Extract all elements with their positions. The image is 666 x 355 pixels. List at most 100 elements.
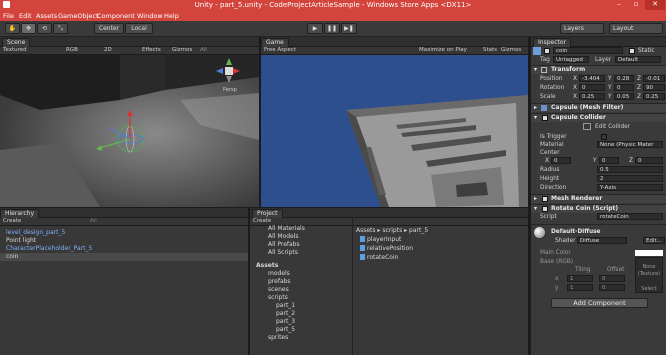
tree-folder[interactable]: scripts — [268, 294, 288, 302]
offset-x-field[interactable]: 0 — [599, 275, 625, 282]
scale-z-field[interactable]: 0.25 — [643, 93, 665, 100]
position-x-field[interactable]: -3.404 — [579, 75, 605, 82]
hierarchy-search[interactable]: All — [90, 218, 97, 225]
pause-button[interactable]: ❚❚ — [324, 23, 340, 34]
main-color-swatch[interactable] — [635, 250, 663, 256]
tab-inspector[interactable]: Inspector — [533, 38, 571, 47]
tree-folder[interactable]: part_2 — [276, 310, 295, 318]
pivot-center-button[interactable]: Center — [94, 23, 124, 34]
tree-folder-selected[interactable]: part_5 — [276, 326, 295, 334]
mesh-filter-header[interactable]: ▸ Capsule (Mesh Filter) — [531, 103, 666, 112]
physic-material-field[interactable]: None (Physic Mater — [597, 141, 663, 148]
project-create-dropdown[interactable]: Create — [253, 218, 271, 225]
favorite-item[interactable]: All Prefabs — [268, 241, 300, 249]
object-name-field[interactable]: coin — [553, 47, 623, 54]
position-y-field[interactable]: 0.28 — [614, 75, 634, 82]
tab-hierarchy[interactable]: Hierarchy — [0, 209, 40, 218]
center-y-field[interactable]: 0 — [599, 157, 619, 164]
close-button[interactable]: ✕ — [645, 0, 665, 10]
tab-scene[interactable]: Scene — [2, 38, 31, 47]
layers-dropdown[interactable]: Layers — [560, 23, 604, 34]
shader-edit-button[interactable]: Edit... — [643, 237, 665, 244]
rotate-coin-header[interactable]: ▾ Rotate Coin (Script) — [531, 204, 666, 213]
renderer-enabled-checkbox[interactable] — [542, 196, 548, 202]
tree-folder[interactable]: part_3 — [276, 318, 295, 326]
tab-project[interactable]: Project — [252, 209, 283, 218]
scene-search[interactable]: All — [200, 47, 207, 54]
scale-x-field[interactable]: 0.25 — [579, 93, 605, 100]
maximize-on-play-toggle[interactable]: Maximize on Play — [419, 47, 467, 54]
hierarchy-item[interactable]: Point light — [6, 237, 36, 245]
tree-folder[interactable]: models — [268, 270, 290, 278]
height-field[interactable]: 2 — [597, 175, 663, 182]
rotation-z-field[interactable]: 90 — [643, 84, 665, 91]
tree-folder[interactable]: prefabs — [268, 278, 291, 286]
color-mode-dropdown[interactable]: RGB — [66, 47, 78, 54]
tree-root-assets[interactable]: Assets — [256, 262, 278, 270]
transform-header[interactable]: ▾ Transform — [531, 65, 666, 74]
game-viewport[interactable] — [261, 55, 528, 207]
2d-toggle[interactable]: 2D — [104, 47, 112, 54]
scale-tool-icon[interactable]: ⤡ — [53, 23, 68, 34]
layer-dropdown[interactable]: Default — [615, 56, 661, 63]
offset-y-field[interactable]: 0 — [599, 284, 625, 291]
menu-gameobject[interactable]: GameObject — [58, 12, 99, 20]
capsule-collider-header[interactable]: ▾ Capsule Collider — [531, 113, 666, 122]
tab-game[interactable]: Game — [261, 38, 289, 47]
static-checkbox[interactable] — [629, 48, 635, 54]
script-enabled-checkbox[interactable] — [542, 206, 548, 212]
hand-tool-icon[interactable]: ✋ — [5, 23, 20, 34]
render-mode-dropdown[interactable]: Textured — [3, 47, 27, 54]
tree-folder[interactable]: sprites — [268, 334, 288, 342]
menu-edit[interactable]: Edit — [19, 12, 32, 20]
direction-dropdown[interactable]: Y-Axis — [597, 184, 663, 191]
texture-select-button[interactable]: Select — [636, 286, 662, 292]
menu-component[interactable]: Component — [97, 12, 135, 20]
position-z-field[interactable]: -0.01 — [643, 75, 665, 82]
rotation-x-field[interactable]: 0 — [579, 84, 605, 91]
edit-collider-button[interactable]: Edit Collider — [595, 123, 630, 131]
rotation-y-field[interactable]: 0 — [614, 84, 634, 91]
radius-field[interactable]: 0.5 — [597, 166, 663, 173]
tag-dropdown[interactable]: Untagged — [553, 56, 589, 63]
center-z-field[interactable]: 0 — [635, 157, 663, 164]
stats-toggle[interactable]: Stats — [483, 47, 497, 54]
collider-enabled-checkbox[interactable] — [542, 115, 548, 121]
tree-folder[interactable]: scenes — [268, 286, 289, 294]
hierarchy-create-dropdown[interactable]: Create — [3, 218, 21, 225]
is-trigger-checkbox[interactable] — [601, 134, 607, 140]
tiling-x-field[interactable]: 1 — [567, 275, 593, 282]
mesh-renderer-header[interactable]: ▸ Mesh Renderer — [531, 194, 666, 203]
texture-slot[interactable]: None (Texture) Select — [635, 257, 663, 293]
add-component-button[interactable]: Add Component — [551, 298, 648, 308]
script-file[interactable]: rotateCoin — [360, 254, 398, 262]
layout-dropdown[interactable]: Layout — [609, 23, 663, 34]
minimize-button[interactable]: – — [611, 0, 627, 10]
shader-dropdown[interactable]: Diffuse — [577, 237, 627, 244]
local-space-button[interactable]: Local — [125, 23, 153, 34]
rotate-tool-icon[interactable]: ⟲ — [37, 23, 52, 34]
scale-y-field[interactable]: 0.05 — [614, 93, 634, 100]
play-button[interactable]: ▶ — [307, 23, 323, 34]
menu-assets[interactable]: Assets — [36, 12, 57, 20]
favorite-item[interactable]: All Models — [268, 233, 299, 241]
center-x-field[interactable]: 0 — [551, 157, 571, 164]
maximize-button[interactable]: ▫ — [628, 0, 644, 10]
game-gizmos-dropdown[interactable]: Gizmos — [501, 47, 521, 54]
persp-label[interactable]: Persp — [223, 87, 237, 93]
scene-viewport[interactable]: Persp — [0, 55, 259, 207]
tiling-y-field[interactable]: 1 — [567, 284, 593, 291]
script-field[interactable]: rotateCoin — [597, 213, 663, 220]
step-button[interactable]: ▶❚ — [341, 23, 357, 34]
favorite-item[interactable]: All Materials — [268, 225, 305, 233]
effects-dropdown[interactable]: Effects — [142, 47, 161, 54]
hierarchy-item-selected[interactable]: coin — [0, 253, 248, 261]
menu-help[interactable]: Help — [164, 12, 179, 20]
menu-file[interactable]: File — [3, 12, 14, 20]
material-header[interactable]: Default-Diffuse — [531, 227, 666, 238]
hierarchy-item[interactable]: CharacterPlaceholder_Part_5 — [6, 245, 92, 253]
hierarchy-item[interactable]: level_design_part_5 — [6, 229, 65, 237]
tree-folder[interactable]: part_1 — [276, 302, 295, 310]
favorite-item[interactable]: All Scripts — [268, 249, 298, 257]
project-breadcrumb[interactable]: Assets ▸ scripts ▸ part_5 — [356, 227, 428, 235]
